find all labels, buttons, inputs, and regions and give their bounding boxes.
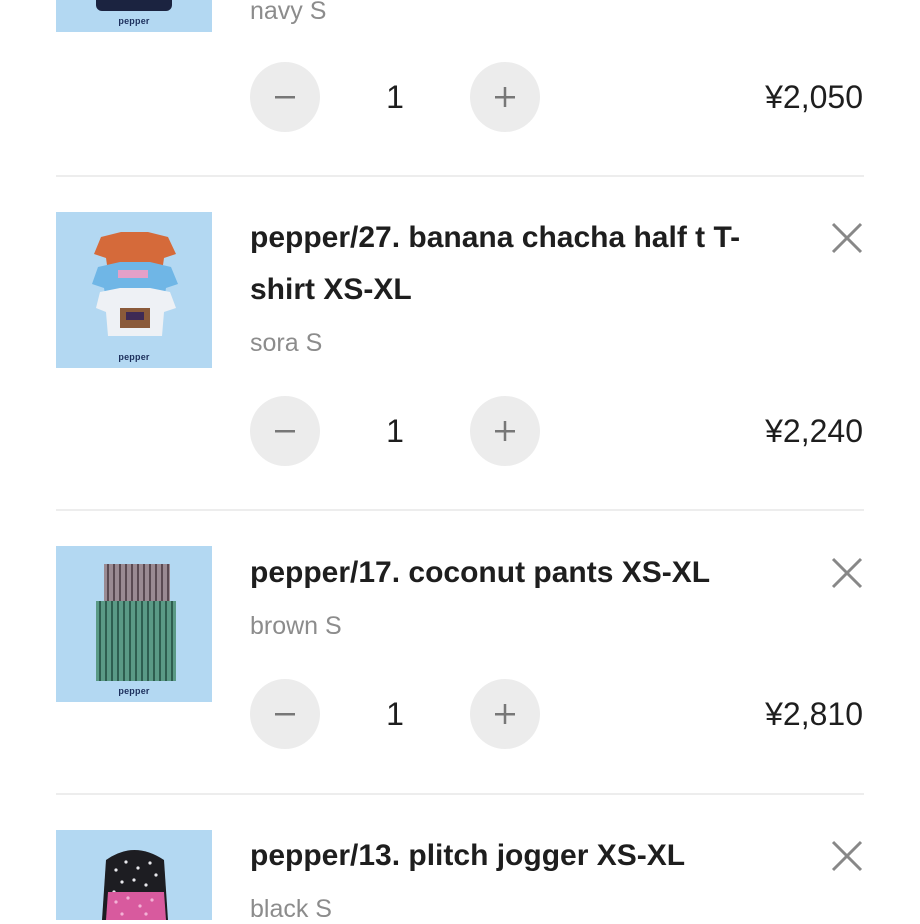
increase-quantity-button[interactable] [470,62,540,132]
product-title[interactable]: pepper/27. banana chacha half t T-shirt … [250,212,760,316]
minus-icon [275,713,295,716]
brand-label: pepper [118,352,150,362]
variant-label: sora S [250,329,323,357]
product-thumbnail[interactable]: pepper [56,212,212,368]
quantity-value: 1 [386,413,404,449]
stacked-tshirts-image [92,232,178,336]
item-price: ¥2,240 [765,413,863,449]
item-price: ¥2,050 [765,79,863,115]
variant-label: brown S [250,612,342,640]
remove-item-button[interactable] [830,221,864,255]
brand-label: pepper [118,16,150,26]
increase-quantity-button[interactable] [470,396,540,466]
brand-label: pepper [118,686,150,696]
decrease-quantity-button[interactable] [250,679,320,749]
striped-pants-image [96,564,176,681]
increase-quantity-button[interactable] [470,679,540,749]
item-divider [56,175,864,177]
product-thumbnail[interactable] [56,830,212,920]
close-icon [831,557,863,589]
remove-item-button[interactable] [830,556,864,590]
product-thumbnail[interactable]: pepper [56,546,212,702]
close-icon [831,222,863,254]
patterned-joggers-image [102,850,168,920]
product-thumbnail[interactable]: pepper [56,0,212,32]
quantity-value: 1 [386,696,404,732]
quantity-value: 1 [386,79,404,115]
decrease-quantity-button[interactable] [250,62,320,132]
plus-icon [495,87,515,107]
decrease-quantity-button[interactable] [250,396,320,466]
item-divider [56,509,864,511]
product-title[interactable]: pepper/13. plitch jogger XS-XL [250,830,760,882]
product-title[interactable]: pepper/17. coconut pants XS-XL [250,547,760,599]
plus-icon [495,421,515,441]
item-price: ¥2,810 [765,696,863,732]
item-divider [56,793,864,795]
remove-item-button[interactable] [830,839,864,873]
close-icon [831,840,863,872]
plus-icon [495,704,515,724]
minus-icon [275,96,295,99]
variant-label: navy S [250,0,327,25]
minus-icon [275,430,295,433]
